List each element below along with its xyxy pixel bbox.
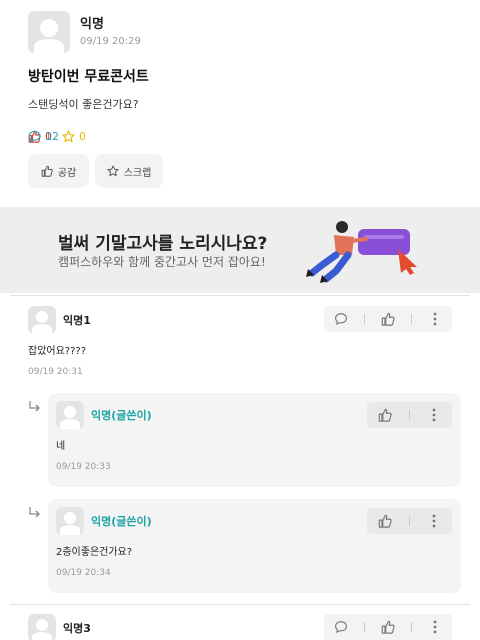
avatar xyxy=(28,306,56,334)
scrap-button-label: 스크랩 xyxy=(123,167,152,179)
scrap-button[interactable]: 스크랩 xyxy=(95,154,163,188)
like-button[interactable]: 공감 xyxy=(28,154,89,188)
ad-subtitle: 캠퍼스하우와 함께 중간고사 먼저 잡아요! xyxy=(58,255,266,269)
avatar xyxy=(28,614,56,640)
more-vert-icon xyxy=(432,514,436,528)
thumbs-up-icon xyxy=(378,408,392,422)
speech-bubble-icon xyxy=(335,621,347,634)
post-stats: 0 12 0 xyxy=(28,130,96,143)
more-options-button[interactable] xyxy=(423,510,445,532)
divider xyxy=(10,604,470,605)
scrap-count: 0 xyxy=(79,130,86,143)
reply-time: 09/19 20:33 xyxy=(56,462,111,472)
thumbs-up-icon xyxy=(381,312,395,326)
more-options-button[interactable] xyxy=(424,616,446,638)
thumbs-up-icon xyxy=(378,514,392,528)
comment-text: 잡았어요???? xyxy=(28,346,87,357)
more-options-button[interactable] xyxy=(423,404,445,426)
thumbs-up-icon xyxy=(41,165,53,177)
reply-arrow-icon xyxy=(29,507,40,518)
post-body: 스탠딩석이 좋은건가요? xyxy=(28,98,139,111)
reply-time: 09/19 20:34 xyxy=(56,568,111,578)
reply-button[interactable] xyxy=(330,616,352,638)
reply-item: 익명(글쓴이) 2층이좋은건가요? 09/19 20:34 xyxy=(48,499,461,593)
comment-count: 12 xyxy=(45,130,59,143)
more-options-button[interactable] xyxy=(424,308,446,330)
ad-banner[interactable]: 벌써 기말고사를 노리시나요? 캠퍼스하우와 함께 중간고사 먼저 잡아요! xyxy=(0,207,480,293)
scrap-stat: 0 xyxy=(62,130,86,143)
like-button-label: 공감 xyxy=(57,167,77,179)
comment-like-button[interactable] xyxy=(377,308,399,330)
avatar xyxy=(56,507,84,535)
avatar xyxy=(56,401,84,429)
ad-title: 벌써 기말고사를 노리시나요? xyxy=(58,234,268,254)
comment-toolbar xyxy=(324,306,452,332)
comment-time: 09/19 20:31 xyxy=(28,367,83,377)
star-icon xyxy=(62,130,75,143)
more-vert-icon xyxy=(432,408,436,422)
post-header: 익명 09/19 20:29 xyxy=(28,11,141,53)
avatar xyxy=(28,11,70,53)
reply-toolbar xyxy=(367,402,452,428)
comment-stat: 12 xyxy=(28,130,59,143)
more-vert-icon xyxy=(433,312,437,326)
reply-button[interactable] xyxy=(330,308,352,330)
comment-author: 익명3 xyxy=(63,622,91,635)
divider xyxy=(10,295,470,296)
reply-item: 익명(글쓴이) 네 09/19 20:33 xyxy=(48,393,461,487)
post-time: 09/19 20:29 xyxy=(80,36,141,47)
reply-arrow-icon xyxy=(29,401,40,412)
comment-like-button[interactable] xyxy=(377,616,399,638)
post-actions: 공감 스크랩 xyxy=(28,154,169,188)
reply-text: 네 xyxy=(56,441,66,452)
reply-author: 익명(글쓴이) xyxy=(91,515,152,528)
star-icon xyxy=(107,165,119,177)
ad-illustration xyxy=(306,221,417,283)
comment-author: 익명1 xyxy=(63,314,91,327)
post-title: 방탄이번 무료콘서트 xyxy=(28,69,149,85)
speech-bubble-icon xyxy=(335,313,347,326)
speech-bubble-icon xyxy=(28,130,41,143)
reply-like-button[interactable] xyxy=(374,510,396,532)
reply-like-button[interactable] xyxy=(374,404,396,426)
post-author: 익명 xyxy=(80,17,104,32)
more-vert-icon xyxy=(433,620,437,634)
thumbs-up-icon xyxy=(381,620,395,634)
reply-text: 2층이좋은건가요? xyxy=(56,547,133,558)
reply-toolbar xyxy=(367,508,452,534)
reply-author: 익명(글쓴이) xyxy=(91,409,152,422)
comment-toolbar xyxy=(324,614,452,640)
